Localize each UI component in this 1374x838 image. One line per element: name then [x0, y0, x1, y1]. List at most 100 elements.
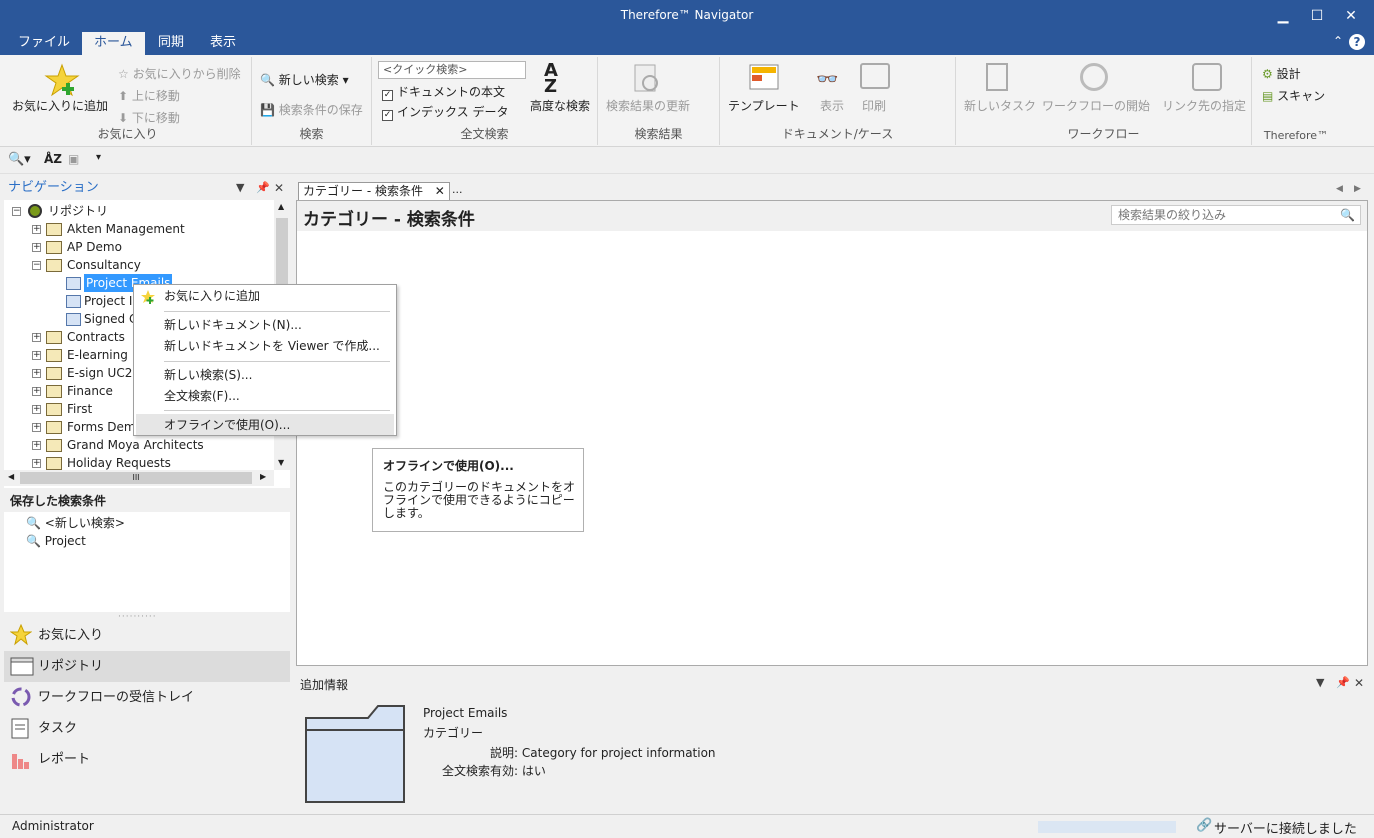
add-favorite-button[interactable]: お気に入りに追加: [12, 97, 108, 114]
move-down-button[interactable]: ⬇ 下に移動: [118, 109, 180, 126]
maximize-button[interactable]: ☐: [1300, 4, 1334, 28]
tab-file[interactable]: ファイル: [6, 32, 82, 55]
panel-menu-icon[interactable]: ▼: [1316, 676, 1324, 689]
view-button[interactable]: 表示: [820, 97, 844, 114]
nav-button-label: ワークフローの受信トレイ: [38, 690, 195, 705]
new-task-button[interactable]: 新しいタスク: [964, 97, 1036, 114]
doc-body-checkbox[interactable]: ✓ ドキュメントの本文: [382, 83, 505, 101]
hscroll-thumb[interactable]: III: [20, 472, 252, 484]
ctx-new-search[interactable]: 新しい検索(S)...: [164, 365, 252, 385]
new-search-button[interactable]: 🔍 新しい検索 ▾: [260, 71, 349, 88]
tab-category-search[interactable]: カテゴリー - 検索条件 ✕: [298, 182, 450, 201]
close-tab-icon[interactable]: ✕: [435, 184, 445, 198]
remove-favorite-button[interactable]: ☆ お気に入りから削除: [118, 65, 241, 82]
save-search-button[interactable]: 💾 検索条件の保存: [260, 101, 363, 118]
tree-node-label: Signed C: [84, 312, 138, 326]
refresh-results-button[interactable]: 検索結果の更新: [606, 97, 690, 114]
ctx-use-offline[interactable]: オフラインで使用(O)...: [164, 415, 290, 435]
expand-icon[interactable]: +: [32, 441, 41, 450]
scroll-up-icon[interactable]: ▲: [278, 202, 284, 211]
expand-icon[interactable]: +: [32, 333, 41, 342]
expand-icon[interactable]: +: [32, 423, 41, 432]
info-description: 説明: Category for project information: [490, 744, 716, 761]
scroll-thumb[interactable]: [276, 218, 288, 288]
close-icon[interactable]: ✕: [1354, 676, 1364, 690]
navigation-panel: ナビゲーション ▼ 📌 ✕ − リポジトリ + Akten Management + AP…: [4, 178, 290, 812]
pin-icon[interactable]: 📌: [1336, 676, 1350, 689]
az-search-icon[interactable]: ÅZ: [44, 152, 62, 166]
ctx-add-favorite[interactable]: お気に入りに追加: [164, 286, 260, 306]
ctx-fulltext-search[interactable]: 全文検索(F)...: [164, 386, 240, 406]
expand-icon[interactable]: +: [32, 459, 41, 468]
advanced-search-button[interactable]: 高度な検索: [530, 97, 590, 114]
arrow-down-icon: ⬇: [118, 111, 129, 125]
nav-button-star[interactable]: お気に入り: [4, 620, 290, 651]
scan-button[interactable]: ▤ スキャン: [1262, 87, 1325, 104]
info-fulltext-value: はい: [521, 764, 546, 778]
saved-search-item[interactable]: 🔍 Project: [26, 532, 86, 550]
ribbon: お気に入りに追加 ☆ お気に入りから削除 ⬆ 上に移動 ⬇ 下に移動 お気に入り…: [0, 55, 1374, 147]
tree-node[interactable]: + Grand Moya Architects: [4, 436, 274, 454]
category-icon: [66, 295, 81, 308]
ctx-new-document-viewer[interactable]: 新しいドキュメントを Viewer で作成...: [164, 336, 380, 356]
tree-node[interactable]: + Akten Management: [4, 220, 274, 238]
navigation-title: ナビゲーション: [8, 180, 99, 195]
index-data-checkbox[interactable]: ✓ インデックス データ: [382, 103, 508, 121]
nav-button-repository[interactable]: リポジトリ: [4, 651, 290, 682]
customize-qat-icon[interactable]: ▾: [96, 152, 101, 163]
info-fulltext-label: 全文検索有効:: [442, 764, 519, 778]
tab-scroll-right-icon[interactable]: ▶: [1354, 184, 1361, 194]
tree-node-label: E-sign UC2: [67, 366, 133, 380]
tab-home[interactable]: ホーム: [82, 32, 145, 55]
search-content: カテゴリー - 検索条件 検索結果の絞り込み 🔍: [296, 200, 1368, 666]
link-target-button[interactable]: リンク先の指定: [1162, 97, 1246, 114]
tab-scroll-left-icon[interactable]: ◀: [1336, 184, 1343, 194]
tree-node[interactable]: − Consultancy: [4, 256, 274, 274]
expand-icon[interactable]: +: [32, 225, 41, 234]
panel-menu-icon[interactable]: ▼: [236, 178, 244, 198]
search-icon[interactable]: 🔍: [1340, 206, 1355, 224]
start-workflow-button[interactable]: ワークフローの開始: [1042, 97, 1150, 114]
tree-node[interactable]: + AP Demo: [4, 238, 274, 256]
collapse-ribbon-icon[interactable]: ⌃: [1333, 34, 1343, 48]
template-button[interactable]: テンプレート: [728, 97, 800, 114]
minimize-button[interactable]: ▁: [1266, 4, 1300, 28]
saved-search-item[interactable]: 🔍 <新しい検索>: [26, 514, 125, 532]
nav-button-workflow-inbox[interactable]: ワークフローの受信トレイ: [4, 682, 290, 713]
tree-node[interactable]: − リポジトリ: [4, 202, 274, 220]
move-up-button[interactable]: ⬆ 上に移動: [118, 87, 180, 104]
tree-horizontal-scrollbar[interactable]: ◀ III ▶: [4, 470, 274, 486]
info-desc-value: Category for project information: [521, 746, 716, 760]
print-button[interactable]: 印刷: [862, 97, 886, 114]
save-icon[interactable]: ▣: [68, 152, 79, 166]
search-icon[interactable]: 🔍▾: [8, 152, 31, 167]
expand-icon[interactable]: +: [32, 387, 41, 396]
pin-icon[interactable]: 📌: [256, 178, 270, 198]
scroll-left-icon[interactable]: ◀: [8, 472, 14, 481]
scroll-down-icon[interactable]: ▼: [278, 458, 284, 467]
ctx-separator: [164, 361, 390, 362]
ctx-new-document[interactable]: 新しいドキュメント(N)...: [164, 315, 302, 335]
expand-icon[interactable]: +: [32, 351, 41, 360]
collapse-icon[interactable]: −: [32, 261, 41, 270]
expand-icon[interactable]: +: [32, 369, 41, 378]
filter-results-input[interactable]: 検索結果の絞り込み 🔍: [1111, 205, 1361, 225]
design-button[interactable]: ⚙ 設計: [1262, 65, 1301, 82]
close-button[interactable]: ✕: [1334, 4, 1368, 28]
quick-search-input[interactable]: <クイック検索>: [378, 61, 526, 79]
info-fulltext: 全文検索有効: はい: [442, 762, 546, 779]
tab-view[interactable]: 表示: [198, 32, 248, 55]
repository-icon: [28, 204, 42, 218]
content-header: カテゴリー - 検索条件 検索結果の絞り込み 🔍: [297, 201, 1367, 231]
nav-button-task[interactable]: タスク: [4, 713, 290, 744]
expand-icon[interactable]: +: [32, 405, 41, 414]
collapse-icon[interactable]: −: [12, 207, 21, 216]
expand-icon[interactable]: +: [32, 243, 41, 252]
nav-button-report[interactable]: レポート: [4, 744, 290, 775]
scroll-right-icon[interactable]: ▶: [260, 472, 266, 481]
help-icon[interactable]: ?: [1349, 34, 1365, 50]
more-tabs[interactable]: ...: [452, 183, 463, 196]
close-icon[interactable]: ✕: [274, 178, 284, 198]
category-folder-icon: [305, 705, 405, 803]
tab-sync[interactable]: 同期: [146, 32, 196, 55]
